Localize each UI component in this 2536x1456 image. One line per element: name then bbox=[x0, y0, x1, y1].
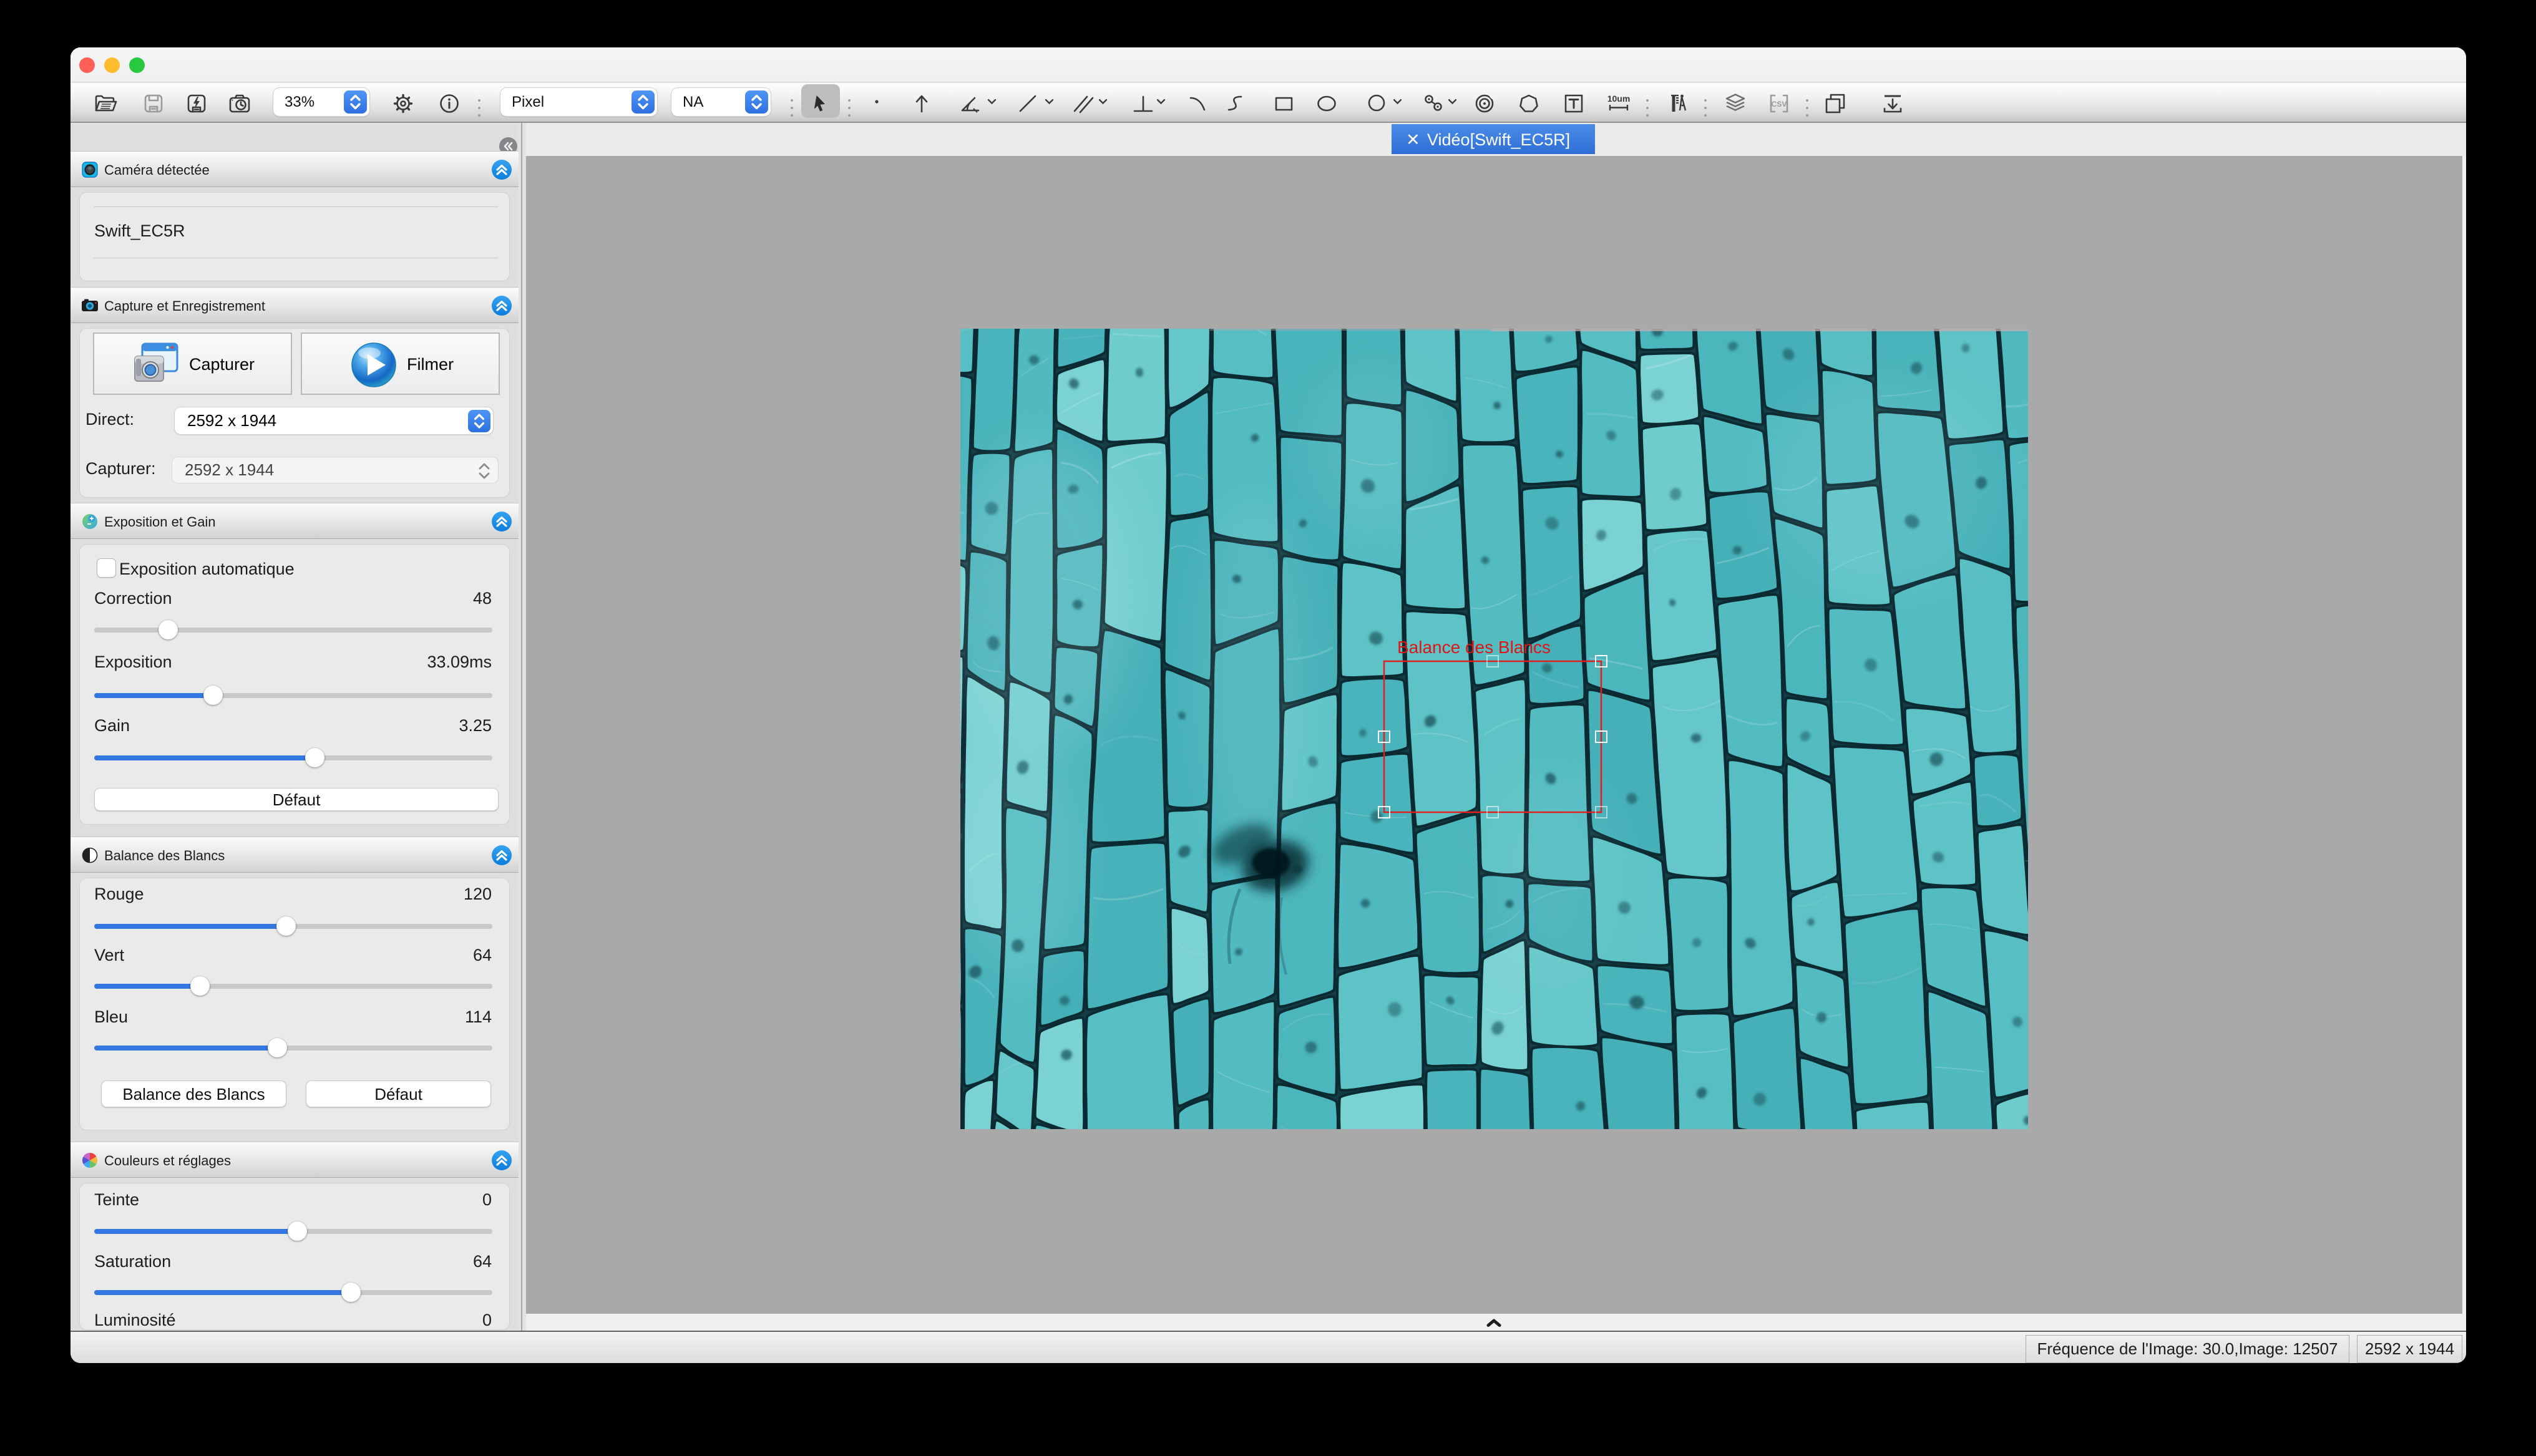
svg-text:Balance des Blancs: Balance des Blancs bbox=[1397, 638, 1551, 657]
svg-text:10um: 10um bbox=[1607, 94, 1631, 104]
svg-text:CSV: CSV bbox=[1772, 100, 1787, 109]
